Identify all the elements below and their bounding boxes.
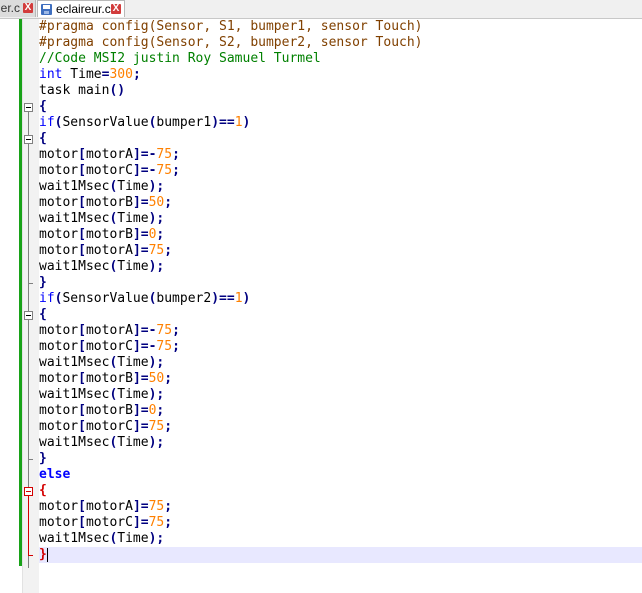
fold-end-marker xyxy=(28,459,33,460)
tab-bar: er.c X eclaireur.c X xyxy=(0,0,642,19)
fold-end-marker xyxy=(28,555,33,556)
code-line: wait1Msec(Time); xyxy=(39,259,165,274)
code-line: #pragma config(Sensor, S2, bumper2, sens… xyxy=(39,35,423,50)
code-line: } xyxy=(39,275,47,290)
code-line: } xyxy=(39,451,47,466)
tab-label: er.c xyxy=(0,1,20,15)
code-line: motor[motorC]=-75; xyxy=(39,339,180,354)
code-line: motor[motorB]=50; xyxy=(39,371,173,386)
code-line: motor[motorA]=-75; xyxy=(39,147,180,162)
close-icon[interactable]: X xyxy=(23,3,33,13)
code-line: #pragma config(Sensor, S1, bumper1, sens… xyxy=(39,19,423,34)
code-editor[interactable]: #pragma config(Sensor, S1, bumper1, sens… xyxy=(0,19,642,593)
code-line: motor[motorB]=0; xyxy=(39,227,165,242)
code-line: motor[motorA]=-75; xyxy=(39,323,180,338)
tab-er-c[interactable]: er.c X xyxy=(0,0,36,17)
fold-end-marker xyxy=(28,283,33,284)
code-line: wait1Msec(Time); xyxy=(39,211,165,226)
current-line-highlight xyxy=(39,547,642,563)
code-line: motor[motorC]=75; xyxy=(39,515,173,530)
code-line: wait1Msec(Time); xyxy=(39,355,165,370)
code-line: //Code MSI2 justin Roy Samuel Turmel xyxy=(39,51,321,66)
code-line: else xyxy=(39,467,71,482)
code-line: task main() xyxy=(39,83,126,98)
code-line: motor[motorA]=75; xyxy=(39,499,173,514)
saved-file-icon xyxy=(41,4,52,15)
code-line: motor[motorC]=75; xyxy=(39,419,173,434)
fold-collapse-icon[interactable] xyxy=(24,311,33,320)
fold-collapse-icon[interactable] xyxy=(24,135,33,144)
code-line: { xyxy=(39,483,47,498)
code-line: motor[motorC]=-75; xyxy=(39,163,180,178)
code-line: } xyxy=(39,547,47,562)
close-icon[interactable]: X xyxy=(111,4,121,14)
code-line: wait1Msec(Time); xyxy=(39,435,165,450)
code-line: { xyxy=(39,99,47,114)
code-line: if(SensorValue(bumper2)==1) xyxy=(39,291,251,306)
code-line: motor[motorB]=0; xyxy=(39,403,165,418)
code-line: motor[motorA]=75; xyxy=(39,243,173,258)
code-line: int Time=300; xyxy=(39,67,141,82)
fold-collapse-icon[interactable] xyxy=(24,487,33,496)
code-line: { xyxy=(39,307,47,322)
code-line: wait1Msec(Time); xyxy=(39,531,165,546)
code-line: { xyxy=(39,131,47,146)
text-caret xyxy=(47,548,48,562)
tab-label: eclaireur.c xyxy=(56,2,111,16)
code-line: motor[motorB]=50; xyxy=(39,195,173,210)
code-line: wait1Msec(Time); xyxy=(39,387,165,402)
fold-collapse-icon[interactable] xyxy=(24,103,33,112)
code-line: if(SensorValue(bumper1)==1) xyxy=(39,115,251,130)
code-line: wait1Msec(Time); xyxy=(39,179,165,194)
fold-guide xyxy=(28,496,29,555)
change-history-bar xyxy=(19,19,22,566)
tab-eclaireur-c[interactable]: eclaireur.c X xyxy=(37,0,125,17)
